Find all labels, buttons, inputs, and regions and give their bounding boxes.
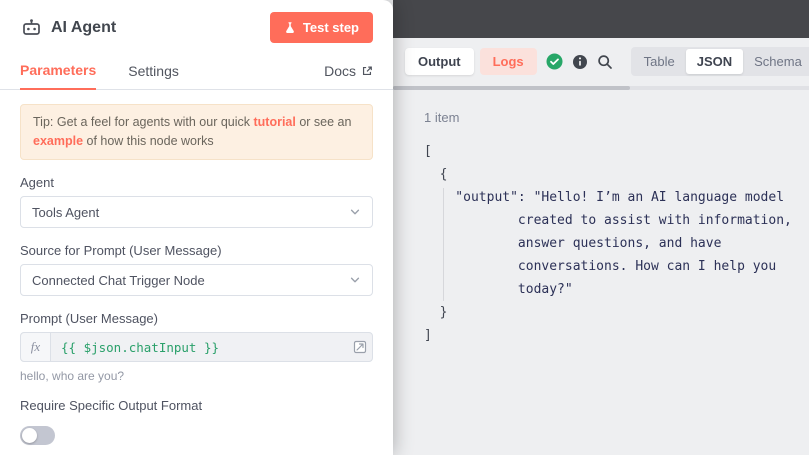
tab-bar: Parameters Settings Docs [0,48,393,90]
json-line: "output": "Hello! I’m an AI language mod… [424,186,809,209]
agent-label: Agent [20,175,373,190]
chevron-down-icon [349,274,361,286]
tip-text: of how this node works [83,134,214,148]
external-link-icon [361,65,373,77]
source-prompt-label: Source for Prompt (User Message) [20,243,373,258]
test-step-button[interactable]: Test step [270,12,373,43]
view-json[interactable]: JSON [686,49,743,74]
agent-select[interactable]: Tools Agent [20,196,373,228]
docs-label: Docs [324,63,356,79]
source-prompt-select[interactable]: Connected Chat Trigger Node [20,264,373,296]
info-icon[interactable] [572,54,588,70]
horizontal-scrollbar[interactable] [393,86,809,90]
prompt-expression-input[interactable]: fx {{ $json.chatInput }} [20,332,373,362]
node-settings-panel: AI Agent Test step Parameters Settings D… [0,0,393,455]
search-icon[interactable] [597,54,613,70]
tutorial-link[interactable]: tutorial [253,115,295,129]
chevron-down-icon [349,206,361,218]
json-output-view: [ { "output": "Hello! I’m an AI language… [424,140,809,347]
fx-badge: fx [21,333,51,361]
json-line: [ [424,140,809,163]
tab-parameters[interactable]: Parameters [20,53,96,90]
output-panel: Output Logs Table JSON Schema [393,38,809,455]
node-header: AI Agent Test step [0,0,393,48]
test-step-label: Test step [303,20,359,35]
json-line: { [424,163,809,186]
parameters-form: Tip: Get a feel for agents with our quic… [0,90,393,445]
robot-icon [22,18,41,37]
tab-logs[interactable]: Logs [480,48,537,75]
json-line: answer questions, and have [424,232,809,255]
require-output-format-label: Require Specific Output Format [20,398,373,413]
json-line: created to assist with information, [424,209,809,232]
tip-text: Tip: Get a feel for agents with our quic… [33,115,253,129]
tab-docs[interactable]: Docs [324,54,373,89]
success-check-icon [546,53,563,70]
tab-output[interactable]: Output [405,48,474,75]
agent-value: Tools Agent [32,205,99,220]
tip-text: or see an [296,115,352,129]
view-schema[interactable]: Schema [743,49,809,74]
json-line: today?" [424,278,809,301]
tab-settings[interactable]: Settings [128,54,179,89]
tip-notice: Tip: Get a feel for agents with our quic… [20,104,373,160]
indent-guide [443,188,444,301]
ndv-modal: Output Logs Table JSON Schema [0,0,809,455]
items-count: 1 item [424,110,809,125]
prompt-preview-hint: hello, who are you? [20,369,373,383]
view-switcher: Table JSON Schema [631,47,809,76]
source-prompt-value: Connected Chat Trigger Node [32,273,205,288]
json-line: } [424,301,809,324]
example-link[interactable]: example [33,134,83,148]
json-line: ] [424,324,809,347]
prompt-label: Prompt (User Message) [20,311,373,326]
toggle-knob [22,428,37,443]
canvas-backdrop: Output Logs Table JSON Schema [393,0,809,455]
view-table[interactable]: Table [633,49,686,74]
expand-expression-icon[interactable] [353,340,367,354]
require-output-format-toggle[interactable] [20,426,55,445]
expression-value[interactable]: {{ $json.chatInput }} [51,340,229,355]
flask-icon [284,21,296,34]
json-line: conversations. How can I help you [424,255,809,278]
node-title: AI Agent [51,19,116,37]
output-toolbar: Output Logs Table JSON Schema [393,38,809,83]
scrollbar-thumb[interactable] [393,86,630,90]
